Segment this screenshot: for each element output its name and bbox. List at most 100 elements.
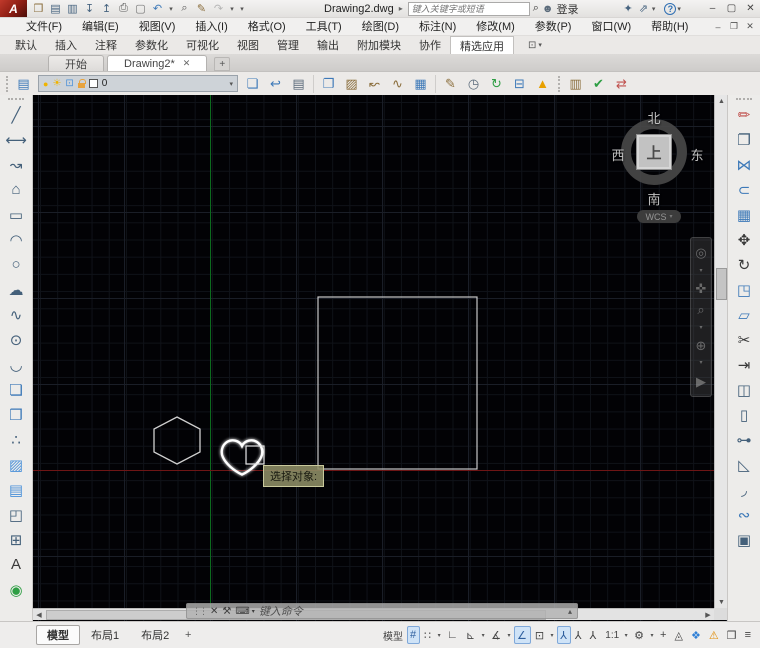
explode-button[interactable]: ▣: [731, 527, 758, 552]
show-motion-button[interactable]: ▶: [696, 375, 706, 388]
vertical-scrollbar[interactable]: ▲ ▼: [714, 95, 727, 608]
hatch-edit-button[interactable]: ▨: [340, 73, 363, 94]
polar-caret-toggle[interactable]: ▾: [480, 626, 487, 644]
new-layout-button[interactable]: +: [180, 627, 196, 643]
snap-mode-toggle[interactable]: ∷: [421, 626, 435, 644]
graphics-performance-toggle[interactable]: ❖: [688, 626, 705, 644]
visualize-ribbon-tab[interactable]: 可视化: [177, 36, 228, 54]
zoom-button[interactable]: ⌕: [697, 303, 704, 316]
save-as-button[interactable]: ▥: [65, 1, 80, 17]
snap-caret-toggle[interactable]: ▾: [436, 626, 443, 644]
save-to-web-button[interactable]: ↧: [82, 1, 97, 17]
new-drawing-tab-button[interactable]: +: [214, 57, 230, 71]
doc-restore-button[interactable]: ❐: [726, 20, 742, 34]
extend-button[interactable]: ⇥: [731, 352, 758, 377]
customization-menu-toggle[interactable]: ≡: [742, 626, 755, 644]
polyline-button[interactable]: ↝: [3, 152, 30, 177]
toolbar-grip[interactable]: [8, 98, 24, 100]
help-menu[interactable]: 帮助(H): [641, 18, 698, 36]
join-button[interactable]: ⊶: [731, 427, 758, 452]
text-button[interactable]: A: [3, 552, 30, 577]
scroll-right-icon[interactable]: ▶: [702, 609, 714, 621]
zoom-caret-button[interactable]: ▾: [699, 325, 702, 331]
insert-block-button[interactable]: ❏: [3, 377, 30, 402]
array-button[interactable]: ▦: [731, 202, 758, 227]
model-space-toggle-toggle[interactable]: 模型: [379, 626, 406, 644]
annotate-ribbon-tab[interactable]: 注释: [86, 36, 126, 54]
toolbar-grip[interactable]: [6, 76, 8, 92]
new-sheet-button[interactable]: ▢: [133, 1, 148, 17]
share-icon[interactable]: ⇗: [636, 1, 651, 17]
dimension-menu[interactable]: 标注(N): [409, 18, 466, 36]
rotate-button[interactable]: ↻: [731, 252, 758, 277]
ribbon-collapse-button[interactable]: ⊡ ▾: [528, 36, 542, 54]
insert-ribbon-tab[interactable]: 插入: [46, 36, 86, 54]
close-tab-icon[interactable]: ✕: [183, 58, 191, 69]
window-minimize-button[interactable]: –: [703, 1, 722, 17]
undo-button[interactable]: ↶: [150, 1, 165, 17]
parametric-ribbon-tab[interactable]: 参数化: [126, 36, 177, 54]
edit-attribute-button[interactable]: ✎: [439, 73, 462, 94]
layer-dropdown[interactable]: ● ☀ ⊡ 0 ▾: [38, 75, 238, 92]
view-menu[interactable]: 视图(V): [129, 18, 186, 36]
hatch-button[interactable]: ▨: [3, 452, 30, 477]
create-block-button[interactable]: ❒: [3, 402, 30, 427]
featured-apps-ribbon-tab[interactable]: 精选应用: [450, 36, 514, 54]
insert-menu[interactable]: 插入(I): [185, 18, 237, 36]
command-input[interactable]: 键入命令: [259, 603, 564, 619]
window-maximize-button[interactable]: ▢: [722, 1, 741, 17]
break-button[interactable]: ▯: [731, 402, 758, 427]
check-standards-button[interactable]: ✔: [587, 73, 610, 94]
viewcube-north[interactable]: 北: [644, 108, 664, 127]
format-menu[interactable]: 格式(O): [238, 18, 296, 36]
annotation-scale-toggle[interactable]: ⅄: [587, 626, 601, 644]
modify-menu[interactable]: 修改(M): [466, 18, 525, 36]
output-ribbon-tab[interactable]: 输出: [308, 36, 348, 54]
toolbar-grip[interactable]: [736, 98, 752, 100]
doc-close-button[interactable]: ✕: [742, 20, 758, 34]
circle-button[interactable]: ○: [3, 252, 30, 277]
line-button[interactable]: ╱: [3, 102, 30, 127]
spline-button[interactable]: ∿: [3, 302, 30, 327]
tools-menu[interactable]: 工具(T): [296, 18, 352, 36]
scroll-left-icon[interactable]: ◀: [33, 609, 45, 621]
plot-preview-button[interactable]: ⌕: [177, 1, 192, 17]
manage-ribbon-tab[interactable]: 管理: [268, 36, 308, 54]
workspace-switching-toggle[interactable]: ⚙: [631, 626, 648, 644]
blend-curves-button[interactable]: ∾: [731, 502, 758, 527]
window-close-button[interactable]: ✕: [741, 1, 760, 17]
draw-menu[interactable]: 绘图(D): [352, 18, 409, 36]
multiple-points-button[interactable]: ∴: [3, 427, 30, 452]
viewcube-east[interactable]: 东: [687, 145, 707, 164]
annotation-scale-value-toggle[interactable]: 1:1: [601, 626, 622, 644]
osnap-tracking-toggle[interactable]: ∠: [514, 626, 531, 644]
command-customize-icon[interactable]: ⚒: [222, 606, 231, 617]
polar-tracking-toggle[interactable]: ⊾: [463, 626, 479, 644]
view-ribbon-tab[interactable]: 视图: [228, 36, 268, 54]
offset-button[interactable]: ⊂: [731, 177, 758, 202]
table-button[interactable]: ⊞: [3, 527, 30, 552]
layout1-layout-tab[interactable]: 布局1: [80, 625, 130, 645]
app-logo-icon[interactable]: A: [0, 0, 27, 17]
wcs-menu[interactable]: WCS ▾: [637, 210, 681, 223]
help-icon[interactable]: ?: [664, 3, 676, 15]
wheel-caret-button[interactable]: ▾: [699, 268, 702, 274]
start-file-tab[interactable]: 开始: [48, 55, 104, 71]
break-at-point-button[interactable]: ◫: [731, 377, 758, 402]
arc-button[interactable]: ◠: [3, 227, 30, 252]
make-layer-current-button[interactable]: ❏: [241, 73, 264, 94]
scale-caret-toggle[interactable]: ▾: [623, 626, 630, 644]
iso-caret-toggle[interactable]: ▾: [506, 626, 513, 644]
add-ins-ribbon-tab[interactable]: 附加模块: [348, 36, 410, 54]
search-binoculars-icon[interactable]: ⌕: [533, 2, 539, 15]
pan-button[interactable]: ✜: [696, 282, 707, 295]
gradient-button[interactable]: ▤: [3, 477, 30, 502]
attribute-manager-button[interactable]: ⊟: [508, 73, 531, 94]
command-bar-grip[interactable]: ⋮⋮: [192, 606, 206, 617]
orbit-caret-button[interactable]: ▾: [699, 360, 702, 366]
drawing2-file-tab[interactable]: Drawing2* ✕: [107, 55, 207, 71]
grid-display-toggle[interactable]: #: [407, 626, 420, 644]
layer-translator-button[interactable]: ⇄: [610, 73, 633, 94]
viewcube-west[interactable]: 西: [608, 145, 628, 164]
command-line[interactable]: ⋮⋮ ✕ ⚒ ⌨ ▾ 键入命令 ▴: [186, 603, 578, 619]
